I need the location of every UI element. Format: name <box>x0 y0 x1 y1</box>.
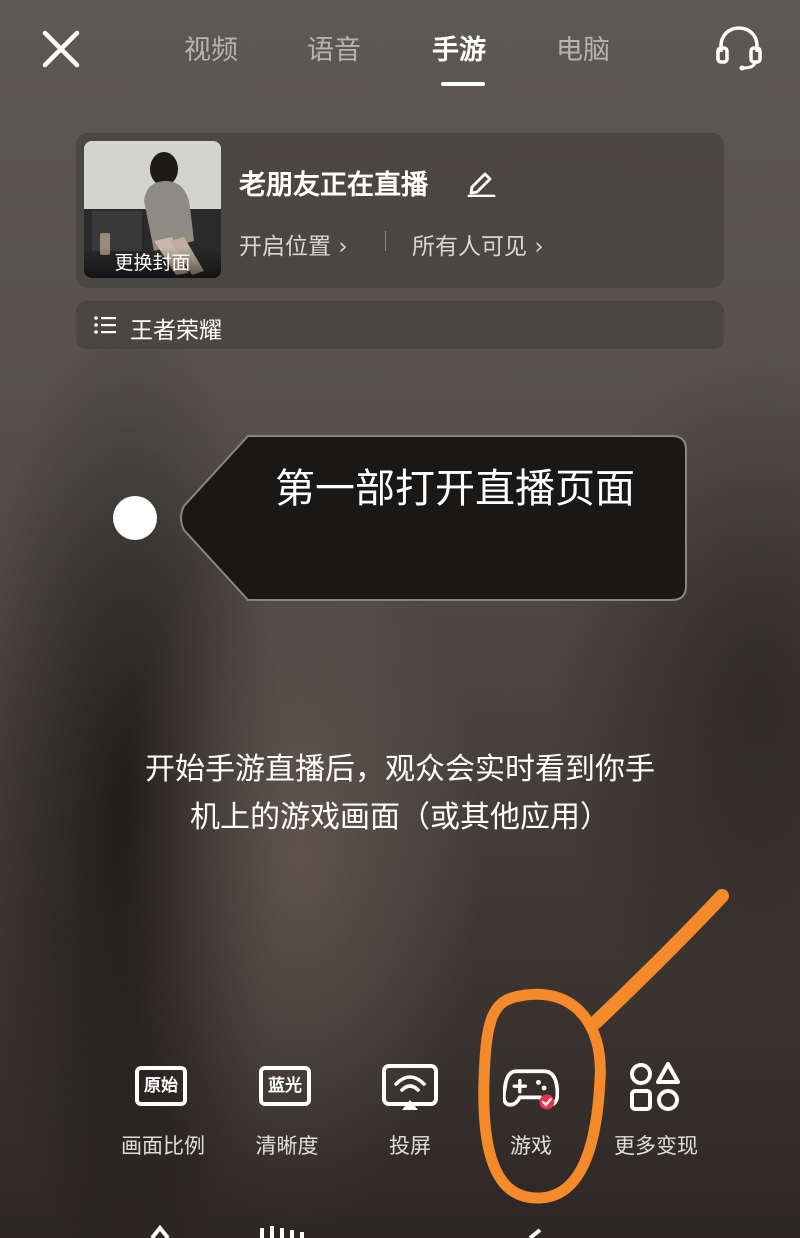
tab-mobile-game[interactable]: 手游 <box>432 28 486 67</box>
guide-tag-text: 第一部打开直播页面 <box>275 466 635 512</box>
live-mode-tabs: 视频 语音 手游 电脑 <box>0 28 800 88</box>
live-title: 老朋友正在直播 <box>239 170 428 201</box>
divider <box>385 231 386 251</box>
cast-screen-icon <box>382 1064 438 1110</box>
more-monetization-button[interactable]: 更多变现 <box>601 1060 711 1170</box>
resolution-icon: 蓝光 <box>259 1060 315 1116</box>
support-button[interactable] <box>714 24 764 72</box>
location-label: 开启位置 <box>239 234 331 260</box>
change-cover-label: 更换封面 <box>84 248 221 278</box>
step-dot <box>113 496 157 540</box>
more-shapes-icon <box>630 1062 680 1111</box>
chevron-right-icon: › <box>338 234 348 260</box>
game-button[interactable]: 游戏 <box>476 1060 586 1170</box>
bottom-toolbar: 原始 画面比例 蓝光 清晰度 投屏 游戏 更多变现 <box>0 1060 800 1170</box>
more-monetization-label: 更多变现 <box>614 1134 698 1158</box>
tab-computer[interactable]: 电脑 <box>556 28 610 67</box>
visibility-label: 所有人可见 <box>412 234 527 260</box>
headset-icon <box>716 26 762 71</box>
live-info-card: 更换封面 老朋友正在直播 开启位置 › 所有人可见 › <box>76 133 724 288</box>
guide-tag-shape <box>180 435 687 601</box>
top-bar: 视频 语音 手游 电脑 <box>0 0 800 100</box>
aspect-ratio-icon: 原始 <box>135 1060 191 1116</box>
tab-video[interactable]: 视频 <box>184 28 238 67</box>
bottom-row-partial-icons <box>150 1224 542 1238</box>
resolution-button[interactable]: 蓝光 清晰度 <box>232 1060 342 1170</box>
cast-screen-button[interactable]: 投屏 <box>355 1060 465 1170</box>
visibility-setting[interactable]: 所有人可见 › <box>412 227 544 261</box>
mobile-game-description: 开始手游直播后，观众会实时看到你手机上的游戏画面（或其他应用） <box>145 752 655 835</box>
chevron-right-icon: › <box>534 234 544 260</box>
game-category-selector[interactable]: 王者荣耀 <box>76 301 724 349</box>
pencil-icon <box>467 172 496 198</box>
resolution-icon-text: 蓝光 <box>259 1066 311 1106</box>
active-tab-indicator <box>441 82 485 86</box>
aspect-ratio-button[interactable]: 原始 画面比例 <box>108 1060 218 1170</box>
cover-image[interactable]: 更换封面 <box>84 141 221 278</box>
gamepad-icon <box>503 1069 559 1110</box>
aspect-ratio-icon-text: 原始 <box>135 1066 187 1106</box>
tab-voice[interactable]: 语音 <box>307 28 361 67</box>
category-label: 王者荣耀 <box>130 318 222 344</box>
location-setting[interactable]: 开启位置 › <box>239 227 348 261</box>
edit-title-button[interactable] <box>466 165 496 198</box>
list-icon <box>94 316 116 334</box>
